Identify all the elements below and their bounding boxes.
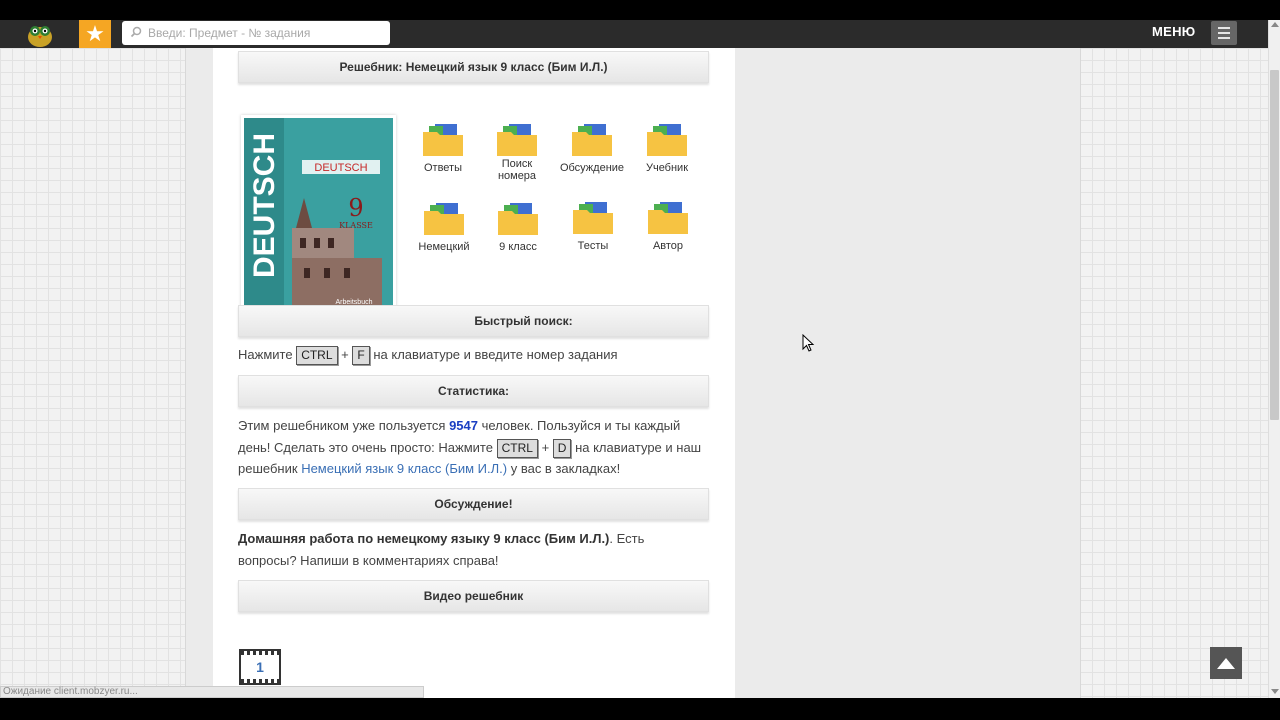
- discussion-text: Домашняя работа по немецкому языку 9 кла…: [238, 531, 645, 568]
- discussion-header: Обсуждение!: [238, 488, 709, 520]
- ctrl-key: CTRL: [296, 346, 338, 365]
- user-count: 9547: [449, 418, 478, 433]
- search-input[interactable]: [148, 26, 388, 40]
- menu-label[interactable]: МЕНЮ: [1152, 24, 1196, 39]
- hamburger-menu-icon[interactable]: [1211, 21, 1237, 45]
- owl-logo-icon[interactable]: [24, 20, 56, 48]
- folder-grade-9[interactable]: 9 класс: [483, 201, 553, 253]
- textbook-cover-image[interactable]: DEUTSCH DEUTSCH 9 KLASSE Arbeitsbuch: [241, 115, 396, 315]
- folder-discussion[interactable]: Обсуждение: [557, 122, 627, 174]
- folder-textbook[interactable]: Учебник: [632, 122, 702, 174]
- folder-icon: [423, 124, 463, 156]
- folder-icon: [573, 202, 613, 234]
- page-title: Решебник: Немецкий язык 9 класс (Бим И.Л…: [238, 51, 709, 83]
- scrollbar-thumb[interactable]: [1270, 70, 1279, 420]
- cover-grade: 9: [348, 194, 363, 222]
- cover-title: DEUTSCH: [314, 162, 367, 174]
- video-page-1-link[interactable]: 1: [239, 649, 281, 685]
- mouse-cursor-icon: [802, 334, 815, 352]
- folder-label: Поиск номера: [497, 158, 537, 182]
- vertical-scrollbar[interactable]: [1268, 20, 1280, 698]
- folder-tests[interactable]: Тесты: [558, 200, 628, 252]
- folder-label: 9 класс: [499, 241, 537, 253]
- video-solver-header: Видео решебник: [238, 580, 709, 612]
- folder-label: Ответы: [423, 162, 462, 174]
- folder-author[interactable]: Автор: [633, 200, 703, 252]
- window-top-border: [0, 0, 1280, 20]
- folder-label: Обсуждение: [559, 162, 625, 174]
- quick-search-header: Быстрый поиск:: [238, 305, 709, 337]
- folder-icon: [424, 203, 464, 235]
- browser-status-bar: Ожидание client.mobzyer.ru...: [0, 686, 424, 698]
- search-box[interactable]: [122, 21, 390, 45]
- folder-icon: [498, 203, 538, 235]
- folder-label: Немецкий: [418, 241, 470, 253]
- folder-label: Тесты: [577, 240, 609, 252]
- star-icon: ★: [85, 21, 105, 46]
- statistics-header: Статистика:: [238, 375, 709, 407]
- quick-search-text: Нажмите CTRL + F на клавиатуре и введите…: [238, 344, 718, 366]
- f-key: F: [352, 346, 370, 365]
- top-navigation-bar: ★ МЕНЮ: [0, 20, 1268, 48]
- folder-answers[interactable]: Ответы: [408, 122, 478, 174]
- search-icon: [130, 26, 144, 40]
- ctrl-key: CTRL: [496, 438, 538, 458]
- scroll-up-arrow-icon[interactable]: [1271, 22, 1279, 27]
- statistics-text: Этим решебником уже пользуется 9547 чело…: [238, 418, 702, 476]
- scroll-to-top-button[interactable]: [1210, 647, 1242, 679]
- favorites-star-button[interactable]: ★: [79, 20, 111, 48]
- solver-bookmark-link[interactable]: Немецкий язык 9 класс (Бим И.Л.): [301, 461, 507, 476]
- folder-icon: [497, 124, 537, 156]
- folder-icon: [647, 124, 687, 156]
- folder-search-number[interactable]: Поиск номера: [482, 122, 552, 182]
- folder-icon: [572, 124, 612, 156]
- window-bottom-border: [0, 698, 1280, 720]
- folder-german[interactable]: Немецкий: [409, 201, 479, 253]
- arrow-up-icon: [1217, 657, 1235, 669]
- folder-label: Учебник: [645, 162, 689, 174]
- d-key: D: [552, 438, 572, 458]
- folder-label: Автор: [652, 240, 684, 252]
- cover-spine-title: DEUTSCH: [248, 133, 281, 278]
- quick-search-title: Быстрый поиск:: [474, 314, 573, 328]
- scroll-down-arrow-icon[interactable]: [1271, 689, 1279, 694]
- folder-icon: [648, 202, 688, 234]
